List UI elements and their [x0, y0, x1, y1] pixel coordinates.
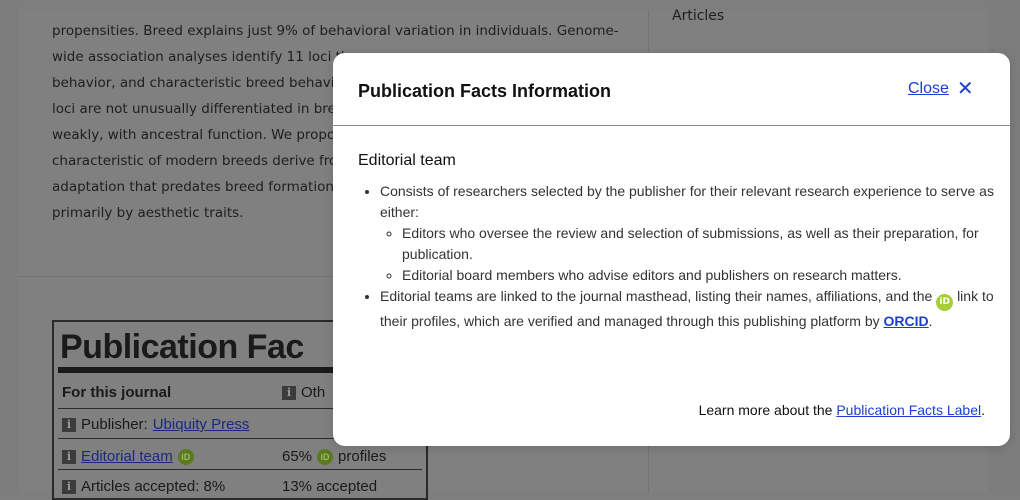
close-button[interactable]: Close ✕: [908, 79, 974, 99]
publisher-link[interactable]: Ubiquity Press: [153, 416, 250, 433]
pf-publisher-label: Publisher:: [81, 416, 148, 433]
section-title: Editorial team: [358, 152, 456, 169]
publication-facts-modal: Publication Facts Information Close ✕ Ed…: [333, 53, 1010, 446]
publication-facts-title: Publication Fac: [60, 328, 304, 366]
pf-accepted-row: i Articles accepted: 8%: [62, 478, 225, 495]
publication-facts-label-link[interactable]: Publication Facts Label: [836, 402, 981, 418]
sub-list-item: Editors who oversee the review and selec…: [402, 223, 998, 265]
learn-more-text: Learn more about the Publication Facts L…: [699, 402, 985, 418]
pf-editorial-suffix: profiles: [338, 448, 387, 465]
pf-row-divider: [58, 469, 422, 470]
abstract-line: propensities. Breed explains just 9% of …: [52, 23, 619, 39]
close-icon[interactable]: ✕: [957, 79, 974, 99]
pf-publisher-row: i Publisher: Ubiquity Press: [62, 416, 249, 433]
info-icon[interactable]: i: [62, 417, 76, 432]
pf-col1-header: For this journal: [62, 384, 172, 401]
modal-divider: [333, 125, 1010, 126]
pf-editorial-row: i Editorial team iD: [62, 448, 194, 465]
pf-editorial-percent: 65%: [282, 448, 313, 465]
editorial-team-link[interactable]: Editorial team: [81, 448, 173, 465]
pf-accepted-label: Articles accepted: 8%: [81, 478, 226, 495]
learn-more-suffix: .: [981, 402, 985, 418]
info-icon[interactable]: i: [62, 449, 76, 464]
orcid-icon: iD: [317, 448, 334, 465]
period: .: [928, 313, 933, 329]
pf-editorial-stat: 65% iD profiles: [282, 448, 386, 465]
pf-col2-header: i Oth: [282, 384, 325, 401]
close-label[interactable]: Close: [908, 80, 949, 98]
pf-accepted-stat: 13% accepted: [282, 478, 378, 495]
info-icon[interactable]: i: [62, 479, 76, 494]
modal-title: Publication Facts Information: [358, 81, 612, 101]
sub-list: Editors who oversee the review and selec…: [380, 223, 998, 286]
orcid-link[interactable]: ORCID: [884, 313, 929, 329]
bullet-text: Editorial teams are linked to the journa…: [380, 288, 933, 304]
modal-body: Consists of researchers selected by the …: [358, 181, 998, 332]
info-icon[interactable]: i: [282, 385, 296, 400]
info-list: Consists of researchers selected by the …: [358, 181, 998, 332]
sub-list-item: Editorial board members who advise edito…: [402, 265, 998, 286]
list-item: Editorial teams are linked to the journa…: [380, 286, 998, 332]
orcid-icon: iD: [936, 294, 954, 311]
bullet-text: Consists of researchers selected by the …: [380, 183, 994, 220]
pf-col2-header-label: Oth: [301, 384, 326, 401]
left-margin: [0, 0, 18, 493]
list-item: Consists of researchers selected by the …: [380, 181, 998, 286]
learn-more-prefix: Learn more about the: [698, 402, 837, 418]
sidebar-articles-link[interactable]: Articles: [672, 8, 724, 24]
orcid-icon: iD: [177, 448, 194, 465]
